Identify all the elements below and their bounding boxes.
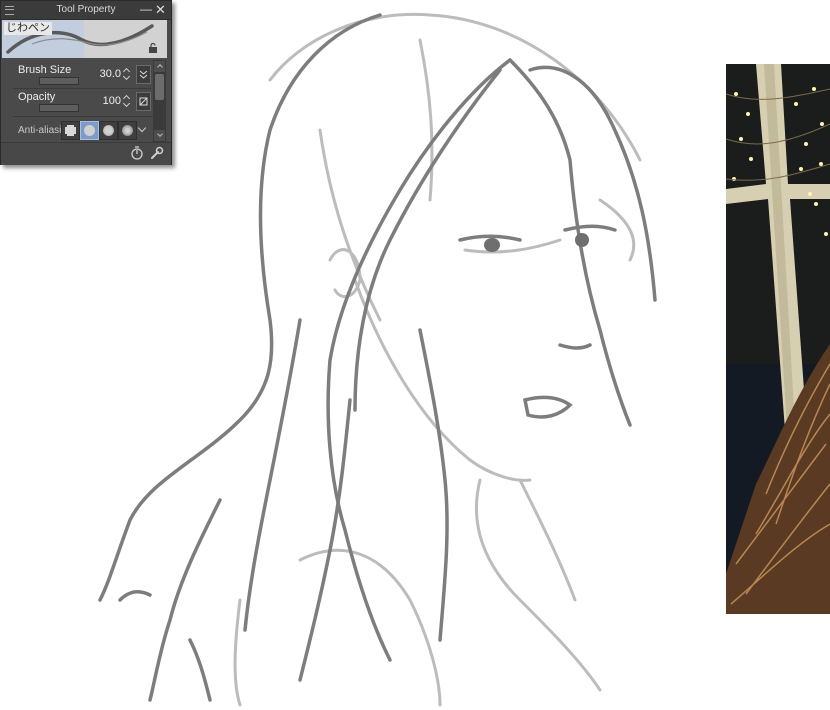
scroll-down-button[interactable] xyxy=(154,130,165,141)
brush-size-pressure-button[interactable] xyxy=(136,65,151,84)
opacity-label: Opacity xyxy=(18,91,56,103)
brush-size-value[interactable]: 30.0 xyxy=(100,68,121,80)
brush-size-slider[interactable] xyxy=(39,77,79,85)
anti-alias-medium-icon xyxy=(103,125,114,136)
drawing-canvas[interactable]: Tool Property — ✕ じわペン Brush Size 30.0 O… xyxy=(0,0,830,710)
reference-photo xyxy=(726,64,830,614)
minimize-button[interactable]: — xyxy=(140,3,152,16)
wrench-icon[interactable] xyxy=(149,145,165,161)
brush-size-row[interactable]: Brush Size 30.0 xyxy=(13,62,151,86)
opacity-spinner[interactable] xyxy=(123,94,131,108)
close-button[interactable]: ✕ xyxy=(154,3,167,16)
anti-alias-strong-button[interactable] xyxy=(118,121,137,140)
scroll-up-button[interactable] xyxy=(154,61,165,72)
anti-alias-weak-icon xyxy=(84,125,95,136)
brush-size-label: Brush Size xyxy=(18,64,72,76)
opacity-pressure-button[interactable] xyxy=(136,92,151,111)
opacity-row[interactable]: Opacity 100 xyxy=(13,88,151,115)
opacity-value[interactable]: 100 xyxy=(103,95,121,107)
property-scrollbar[interactable] xyxy=(153,60,166,142)
lock-icon[interactable] xyxy=(148,43,158,53)
anti-alias-weak-button[interactable] xyxy=(80,121,99,140)
pressure-settings-icon xyxy=(139,70,148,79)
panel-footer xyxy=(1,142,171,165)
panel-titlebar[interactable]: Tool Property — ✕ xyxy=(1,1,171,20)
anti-alias-strong-icon xyxy=(122,125,133,136)
reference-photo-image xyxy=(726,64,830,614)
scroll-thumb[interactable] xyxy=(155,74,164,100)
anti-alias-none-icon xyxy=(65,125,76,136)
chevron-down-icon[interactable] xyxy=(137,123,147,133)
anti-alias-none-button[interactable] xyxy=(61,121,80,140)
tool-property-panel[interactable]: Tool Property — ✕ じわペン Brush Size 30.0 O… xyxy=(0,0,172,165)
brush-preview[interactable]: じわペン xyxy=(2,20,167,58)
reset-icon[interactable] xyxy=(129,145,145,161)
brush-size-spinner[interactable] xyxy=(123,67,131,81)
anti-alias-medium-button[interactable] xyxy=(99,121,118,140)
opacity-slider[interactable] xyxy=(39,104,79,112)
anti-aliasing-label: Anti-aliasing xyxy=(18,125,62,136)
brush-name-label: じわペン xyxy=(4,22,52,35)
pressure-settings-icon xyxy=(139,97,148,106)
anti-aliasing-row[interactable]: Anti-aliasing xyxy=(13,116,153,143)
